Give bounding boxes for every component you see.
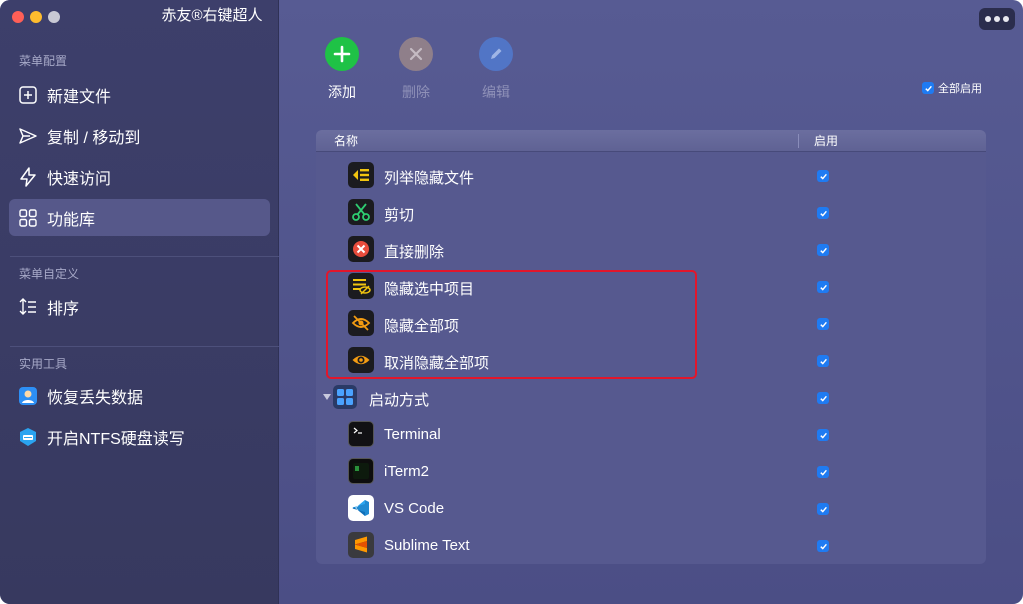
section-divider <box>10 346 279 347</box>
table-row[interactable]: 剪切 <box>316 194 986 231</box>
disclosure-triangle-icon[interactable] <box>323 394 331 400</box>
section-divider <box>10 256 279 257</box>
window-controls <box>12 11 60 23</box>
more-options-button[interactable] <box>979 8 1015 30</box>
row-label: iTerm2 <box>384 463 430 480</box>
column-header-name[interactable]: 名称 <box>334 132 358 149</box>
enable-all-label: 全部启用 <box>938 83 982 95</box>
dot-icon <box>1003 16 1009 22</box>
sidebar-item-label: 新建文件 <box>47 88 112 106</box>
plus-square-icon <box>18 85 38 105</box>
table-row[interactable]: Sublime Text <box>316 527 986 564</box>
row-label: 剪切 <box>384 207 415 224</box>
column-separator <box>798 134 799 148</box>
row-enabled-checkbox[interactable] <box>817 392 829 404</box>
sidebar-item-label: 开启NTFS硬盘读写 <box>47 430 185 448</box>
highlight-box <box>326 270 697 379</box>
sidebar-item-ntfs[interactable]: 开启NTFS硬盘读写 <box>9 418 270 455</box>
iterm2-icon <box>348 458 374 484</box>
launch-grid-icon <box>333 385 357 409</box>
send-icon <box>18 126 38 146</box>
table-row[interactable]: 列举隐藏文件 <box>316 157 986 194</box>
sidebar-item-label: 恢复丢失数据 <box>47 389 144 407</box>
row-enabled-checkbox[interactable] <box>817 318 829 330</box>
table-row[interactable]: iTerm2 <box>316 453 986 490</box>
lightning-icon <box>18 166 38 187</box>
row-enabled-checkbox[interactable] <box>817 540 829 552</box>
sidebar-item-sort[interactable]: 排序 <box>9 288 270 325</box>
pencil-icon <box>479 37 513 71</box>
scissors-icon <box>348 199 374 225</box>
section-label-menu-config: 菜单配置 <box>19 54 68 68</box>
vscode-icon <box>348 495 374 521</box>
delete-x-icon <box>348 236 374 262</box>
recover-app-icon <box>18 386 38 406</box>
row-enabled-checkbox[interactable] <box>817 281 829 293</box>
close-window-button[interactable] <box>12 11 24 23</box>
row-enabled-checkbox[interactable] <box>817 429 829 441</box>
table-row[interactable]: VS Code <box>316 490 986 527</box>
row-label: VS Code <box>384 500 445 517</box>
grid-icon <box>18 208 38 228</box>
sort-icon <box>18 297 38 317</box>
zoom-window-button[interactable] <box>48 11 60 23</box>
delete-label: 删除 <box>402 84 430 100</box>
table-header: 名称 启用 <box>316 130 986 152</box>
table-row-group[interactable]: 启动方式 <box>316 379 986 416</box>
sidebar-item-recover-data[interactable]: 恢复丢失数据 <box>9 377 270 414</box>
app-title: 赤友®右键超人 <box>161 7 263 24</box>
sidebar-item-label: 快速访问 <box>47 170 112 188</box>
ntfs-app-icon <box>18 427 38 447</box>
edit-label: 编辑 <box>482 84 510 100</box>
section-label-menu-custom: 菜单自定义 <box>19 267 80 281</box>
row-label: 直接删除 <box>384 244 445 261</box>
sidebar-item-label: 功能库 <box>47 211 96 229</box>
row-enabled-checkbox[interactable] <box>817 170 829 182</box>
minimize-window-button[interactable] <box>30 11 42 23</box>
dot-icon <box>985 16 991 22</box>
table-row[interactable]: 直接删除 <box>316 231 986 268</box>
row-enabled-checkbox[interactable] <box>817 355 829 367</box>
row-enabled-checkbox[interactable] <box>817 207 829 219</box>
app-window: 赤友®右键超人 菜单配置 新建文件 复制 / 移动到 快速访问 功能库 菜单自定… <box>0 0 1023 604</box>
row-enabled-checkbox[interactable] <box>817 503 829 515</box>
sidebar-item-new-file[interactable]: 新建文件 <box>9 76 270 113</box>
sidebar-item-label: 复制 / 移动到 <box>47 129 141 147</box>
edit-button[interactable]: 编辑 <box>466 37 526 102</box>
enable-all-checkbox[interactable]: 全部启用 <box>922 80 982 96</box>
delete-button[interactable]: 删除 <box>386 37 446 102</box>
sidebar-item-quick-access[interactable]: 快速访问 <box>9 158 270 195</box>
sublime-text-icon <box>348 532 374 558</box>
row-label: 列举隐藏文件 <box>384 170 475 187</box>
column-header-enabled[interactable]: 启用 <box>814 132 838 149</box>
sidebar-item-feature-library[interactable]: 功能库 <box>9 199 270 236</box>
close-icon <box>399 37 433 71</box>
sidebar-item-copy-move[interactable]: 复制 / 移动到 <box>9 117 270 154</box>
add-label: 添加 <box>328 84 356 100</box>
terminal-icon <box>348 421 374 447</box>
row-enabled-checkbox[interactable] <box>817 244 829 256</box>
section-label-utilities: 实用工具 <box>19 357 68 371</box>
list-hidden-icon <box>348 162 374 188</box>
checkbox-checked-icon <box>922 82 934 94</box>
plus-icon <box>325 37 359 71</box>
row-label: Sublime Text <box>384 537 470 554</box>
sidebar-item-label: 排序 <box>47 300 80 318</box>
row-label: 启动方式 <box>369 392 430 409</box>
dot-icon <box>994 16 1000 22</box>
table-row[interactable]: Terminal <box>316 416 986 453</box>
sidebar: 赤友®右键超人 菜单配置 新建文件 复制 / 移动到 快速访问 功能库 菜单自定… <box>0 0 279 604</box>
row-label: Terminal <box>384 426 441 443</box>
row-enabled-checkbox[interactable] <box>817 466 829 478</box>
add-button[interactable]: 添加 <box>312 37 372 102</box>
